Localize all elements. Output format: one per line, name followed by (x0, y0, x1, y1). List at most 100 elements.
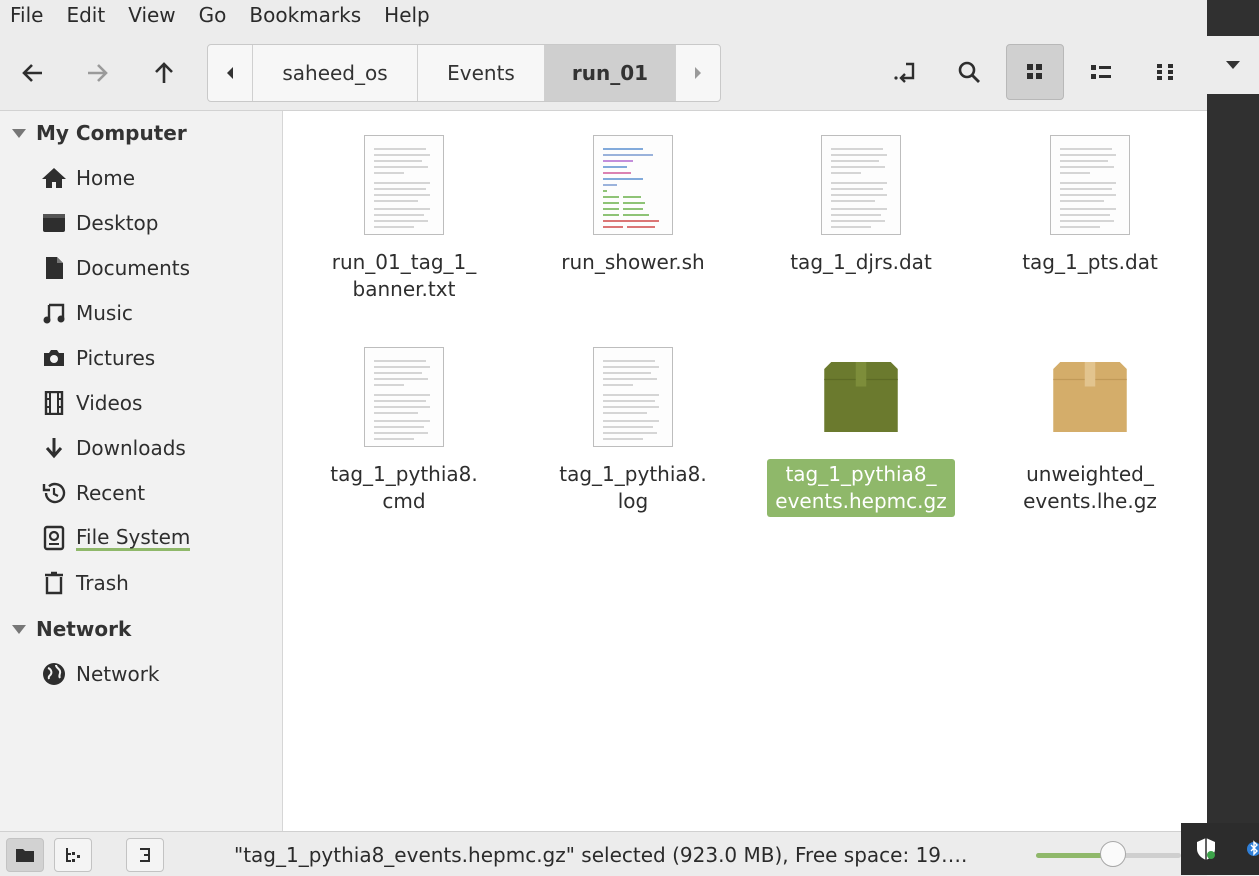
caret-right-icon (695, 67, 701, 79)
breadcrumb-prev-button[interactable] (208, 45, 253, 101)
sidebar-item-label: Desktop (76, 211, 159, 235)
file-name: run_01_tag_1_ banner.txt (331, 250, 477, 301)
breadcrumb-run-01[interactable]: run_01 (545, 45, 676, 101)
sidebar-section-my-computer[interactable]: My Computer (0, 113, 187, 153)
file-item-unweighted-events-lhe-gz[interactable]: unweighted_ events.lhe.gz (985, 345, 1195, 517)
file-item-tag-1-pythia8-log[interactable]: tag_1_pythia8. log (528, 345, 738, 517)
menu-view[interactable]: View (118, 3, 188, 27)
sidebar-item-home[interactable]: Home (40, 158, 135, 198)
breadcrumb: saheed_os Events run_01 (207, 44, 721, 102)
sidebar-item-recent[interactable]: Recent (40, 473, 145, 513)
sidebar-item-label: Home (76, 166, 136, 190)
sidebar-item-label: Videos (76, 391, 143, 415)
show-places-button[interactable] (6, 838, 44, 872)
collapse-triangle-icon (12, 128, 26, 138)
menu-go[interactable]: Go (189, 3, 240, 27)
sidebar-item-music[interactable]: Music (40, 293, 133, 333)
zoom-slider[interactable] (1036, 841, 1181, 867)
menu-edit[interactable]: Edit (56, 3, 118, 27)
document-icon (40, 254, 68, 282)
sidebar-item-label: Documents (76, 256, 191, 280)
sidebar-item-label: File System (76, 524, 191, 551)
sidebar-item-file-system[interactable]: File System (40, 518, 191, 558)
arrow-up-icon (155, 62, 173, 83)
history-icon (40, 479, 68, 507)
globe-icon (40, 660, 68, 688)
text-file-icon (362, 345, 446, 449)
shield-icon[interactable] (1195, 837, 1217, 861)
back-button[interactable] (13, 51, 53, 95)
list-view-icon (1091, 65, 1111, 79)
zoom-slider-handle[interactable] (1100, 841, 1126, 867)
sidebar-item-label: Pictures (76, 346, 156, 370)
tree-icon (66, 848, 80, 862)
icon-view-button[interactable] (1006, 44, 1064, 100)
file-item-run-01-tag-1-banner[interactable]: run_01_tag_1_ banner.txt (299, 133, 509, 305)
toggle-sidebar-button[interactable] (126, 838, 164, 872)
bluetooth-icon[interactable] (1247, 837, 1259, 861)
menu-file[interactable]: File (0, 3, 56, 27)
text-file-icon (362, 133, 446, 237)
file-name: tag_1_djrs.dat (790, 250, 932, 274)
folder-icon (16, 849, 34, 862)
background-window-dropdown[interactable] (1207, 36, 1259, 94)
status-message: "tag_1_pythia8_events.hepmc.gz" selected… (234, 843, 968, 867)
arrow-left-icon (22, 64, 42, 82)
menu-bar: File Edit View Go Bookmarks Help (0, 0, 1207, 30)
grid-view-icon (1027, 64, 1042, 79)
caret-left-icon (227, 67, 233, 79)
menu-help[interactable]: Help (374, 3, 443, 27)
list-view-button[interactable] (1072, 44, 1130, 100)
sidebar-item-label: Recent (76, 481, 146, 505)
search-icon (958, 61, 980, 83)
camera-icon (40, 344, 68, 372)
file-name: run_shower.sh (561, 250, 705, 274)
show-tree-button[interactable] (54, 838, 92, 872)
system-tray (1181, 823, 1259, 875)
sidebar-toggle-icon (140, 848, 150, 862)
sidebar-item-label: Network (76, 662, 160, 686)
compact-view-button[interactable] (1138, 44, 1196, 100)
file-name: unweighted_ events.lhe.gz (1023, 462, 1157, 513)
file-name: tag_1_pts.dat (1022, 250, 1158, 274)
sidebar-item-pictures[interactable]: Pictures (40, 338, 155, 378)
text-file-icon (819, 133, 903, 237)
sidebar-item-label: Music (76, 301, 133, 325)
home-icon (40, 164, 68, 192)
caret-down-icon (1226, 61, 1240, 69)
file-item-run-shower-sh[interactable]: run_shower.sh (528, 133, 738, 278)
sidebar-item-downloads[interactable]: Downloads (40, 428, 186, 468)
file-item-tag-1-pythia8-events-hepmc-gz[interactable]: tag_1_pythia8_ events.hepmc.gz (756, 345, 966, 517)
file-item-tag-1-pythia8-cmd[interactable]: tag_1_pythia8. cmd (299, 345, 509, 517)
status-bar: "tag_1_pythia8_events.hepmc.gz" selected… (0, 831, 1207, 876)
sidebar-item-desktop[interactable]: Desktop (40, 203, 158, 243)
text-file-icon (1048, 133, 1132, 237)
sidebar-item-label: Trash (76, 571, 129, 595)
breadcrumb-events[interactable]: Events (418, 45, 545, 101)
sidebar-item-videos[interactable]: Videos (40, 383, 142, 423)
compact-view-icon (1157, 64, 1173, 80)
archive-icon (1048, 345, 1132, 449)
location-toggle-button[interactable] (876, 44, 934, 100)
sidebar-item-documents[interactable]: Documents (40, 248, 190, 288)
archive-icon (819, 345, 903, 449)
breadcrumb-saheed-os[interactable]: saheed_os (253, 45, 418, 101)
sidebar-item-label: Downloads (76, 436, 186, 460)
breadcrumb-next-button[interactable] (676, 45, 720, 101)
text-file-icon (591, 345, 675, 449)
forward-button[interactable] (77, 51, 117, 95)
film-icon (40, 389, 68, 417)
file-item-tag-1-djrs-dat[interactable]: tag_1_djrs.dat (756, 133, 966, 278)
script-file-icon (591, 133, 675, 237)
file-item-tag-1-pts-dat[interactable]: tag_1_pts.dat (985, 133, 1195, 278)
search-button[interactable] (940, 44, 998, 100)
sidebar-section-network[interactable]: Network (0, 609, 131, 649)
menu-bookmarks[interactable]: Bookmarks (239, 3, 374, 27)
desktop-icon (40, 209, 68, 237)
up-button[interactable] (144, 51, 184, 95)
sidebar-item-trash[interactable]: Trash (40, 563, 129, 603)
music-icon (40, 299, 68, 327)
sidebar-item-network[interactable]: Network (40, 654, 160, 694)
file-view: run_01_tag_1_ banner.txt run_shower.sh t… (283, 111, 1207, 831)
toolbar: saheed_os Events run_01 (0, 30, 1207, 111)
